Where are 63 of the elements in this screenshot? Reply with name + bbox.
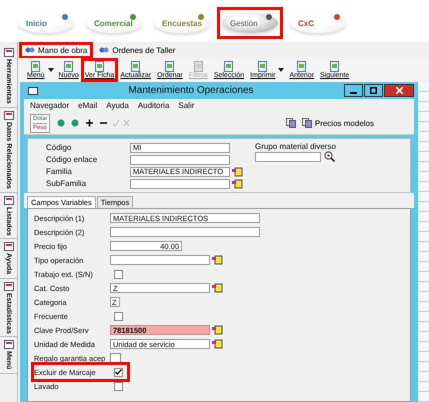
field-label: Grupo material diverso: [255, 142, 336, 151]
document-icon: [296, 61, 308, 72]
module-tab[interactable]: Encuestas: [154, 13, 210, 33]
document-icon: [63, 61, 74, 72]
input-field[interactable]: [255, 152, 321, 162]
panel-icon: [4, 340, 14, 350]
input-field[interactable]: [130, 178, 230, 188]
menu-item[interactable]: Ayuda: [106, 101, 129, 110]
document-icon: [329, 61, 340, 72]
maximize-icon: [370, 87, 377, 94]
lookup-icon[interactable]: [212, 255, 223, 265]
document-icon: [94, 61, 106, 72]
lookup-icon[interactable]: [212, 339, 223, 349]
minimize-button[interactable]: [344, 84, 363, 97]
panel-icon: [4, 48, 14, 57]
precios-button[interactable]: Precios modelos: [302, 118, 374, 128]
checkbox[interactable]: [114, 368, 123, 376]
panel-icon: [4, 196, 14, 205]
document-tab[interactable]: Ordenes de Taller: [96, 44, 178, 56]
module-tab[interactable]: Comercial: [86, 13, 142, 33]
close-icon: [396, 87, 402, 94]
lookup-icon[interactable]: [212, 325, 223, 335]
module-tab[interactable]: Gestión: [222, 13, 278, 33]
people-icon: [25, 46, 35, 54]
input-field[interactable]: [110, 255, 210, 265]
input-field[interactable]: [130, 154, 230, 164]
close-button[interactable]: [384, 84, 414, 97]
panel-icon: [4, 110, 14, 120]
field-label: Código enlace: [46, 155, 98, 164]
field-label: SubFamilia: [46, 179, 88, 188]
module-tab[interactable]: CxC: [290, 13, 346, 33]
field-label: Familia: [46, 167, 73, 176]
people-icon: [99, 46, 110, 54]
module-tab[interactable]: Inicio: [18, 13, 74, 33]
lookup-icon[interactable]: [232, 178, 243, 188]
document-icon: [223, 61, 234, 72]
window-icon: [28, 86, 38, 94]
panel-icon: [4, 282, 14, 291]
checkbox[interactable]: [114, 270, 123, 278]
copy-icon[interactable]: [286, 118, 296, 128]
lookup-icon[interactable]: [232, 166, 243, 176]
document-icon: [164, 61, 176, 72]
menu-item[interactable]: eMail: [78, 101, 98, 110]
document-icon: [130, 61, 142, 72]
checkbox[interactable]: [110, 352, 121, 364]
document-tab[interactable]: Mano de obra: [22, 44, 90, 56]
menu-item[interactable]: Navegador: [30, 101, 70, 110]
lookup-icon[interactable]: [212, 283, 223, 293]
menu-item[interactable]: Salir: [178, 101, 194, 110]
search-icon[interactable]: [324, 151, 335, 162]
checkbox[interactable]: [114, 312, 123, 320]
maximize-button[interactable]: [364, 84, 383, 97]
caret-icon[interactable]: [278, 68, 284, 72]
copy-icon: [302, 118, 312, 128]
document-icon: [192, 61, 204, 72]
panel-icon: [4, 242, 14, 252]
menu-item[interactable]: Auditoria: [138, 101, 170, 110]
document-icon: [30, 61, 42, 72]
caret-icon[interactable]: [48, 68, 54, 72]
input-field[interactable]: [110, 227, 260, 237]
field-label: Código: [46, 143, 72, 152]
window-title: Mantenimiento Operaciones: [127, 85, 255, 96]
document-icon: [257, 61, 268, 72]
